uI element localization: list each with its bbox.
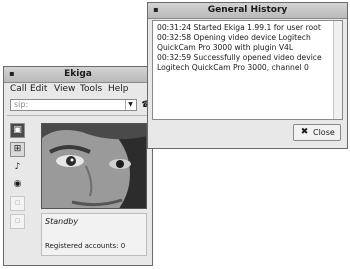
video-preview-icon[interactable]: ▣	[10, 123, 25, 138]
video-display	[41, 123, 147, 209]
sip-url-input[interactable]: sip: ▼	[10, 99, 137, 111]
status-panel: Standby Registered accounts: 0	[41, 213, 147, 256]
menu-call[interactable]: Call	[10, 84, 27, 95]
log-line: 00:32:59 Successfully opened video devic…	[157, 53, 322, 62]
scrollbar[interactable]	[333, 21, 342, 119]
toolbar-separator	[7, 115, 149, 116]
sip-url-value: sip:	[14, 100, 29, 109]
menu-view[interactable]: View	[54, 84, 75, 95]
audio-settings-icon[interactable]: ♪	[10, 161, 25, 176]
ekiga-title: Ekiga	[64, 69, 92, 79]
menu-edit[interactable]: Edit	[30, 84, 47, 95]
close-button-label: Close	[313, 128, 335, 137]
history-title: General History	[207, 5, 288, 15]
webcam-face-image	[42, 124, 146, 208]
general-history-window: ▪ General History 00:31:24 Started Ekiga…	[147, 2, 348, 149]
video-settings-icon[interactable]: ◉	[10, 178, 25, 193]
log-line: 00:32:58 Opening video device Logitech	[157, 33, 311, 42]
registered-accounts: Registered accounts: 0	[45, 242, 126, 250]
close-button[interactable]: ✖ Close	[293, 124, 341, 141]
ekiga-window: ▪ Ekiga Call Edit View Tools Help sip: ▼…	[3, 66, 153, 266]
history-log[interactable]: 00:31:24 Started Ekiga 1.99.1 for user r…	[152, 20, 343, 120]
ekiga-titlebar[interactable]: ▪ Ekiga	[4, 67, 152, 83]
menu-help[interactable]: Help	[108, 84, 129, 95]
hold-icon: ▫	[10, 196, 25, 211]
log-line: Logitech QuickCam Pro 3000, channel 0	[157, 63, 309, 72]
ekiga-menubar: Call Edit View Tools Help	[4, 83, 152, 96]
chevron-down-icon[interactable]: ▼	[125, 100, 135, 110]
status-text: Standby	[45, 217, 79, 226]
close-icon: ✖	[300, 127, 309, 137]
history-titlebar[interactable]: ▪ General History	[148, 3, 347, 19]
log-line: QuickCam Pro 3000 with plugin V4L	[157, 43, 294, 52]
menu-tools[interactable]: Tools	[80, 84, 102, 95]
transfer-icon: ▫	[10, 214, 25, 229]
dialpad-icon[interactable]: ⊞	[10, 142, 25, 157]
log-line: 00:31:24 Started Ekiga 1.99.1 for user r…	[157, 23, 321, 32]
